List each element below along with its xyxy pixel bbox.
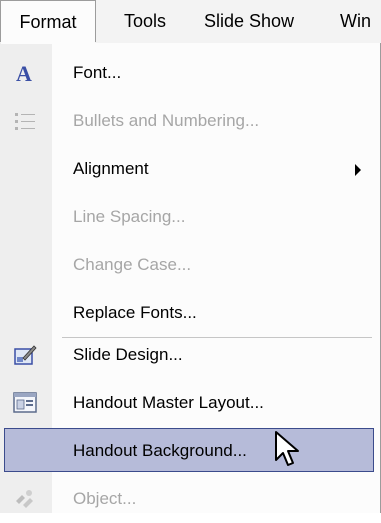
menu-item-handout-master-layout[interactable]: Handout Master Layout... — [0, 379, 381, 427]
menu-item-slide-design[interactable]: Slide Design... — [0, 331, 381, 379]
menu-item-object[interactable]: Object... — [0, 475, 381, 523]
menu-item-label: Slide Design... — [73, 345, 183, 364]
menu-window[interactable]: Win — [340, 0, 371, 43]
master-layout-icon — [12, 390, 38, 416]
menu-format-label: Format — [19, 12, 77, 32]
menu-tools[interactable]: Tools — [124, 0, 166, 43]
menu-slide-show-label: Slide Show — [204, 11, 295, 31]
object-icon — [12, 486, 38, 512]
menu-window-label: Win — [340, 11, 371, 31]
menu-item-label: Replace Fonts... — [73, 303, 197, 322]
menu-item-line-spacing[interactable]: Line Spacing... — [0, 193, 381, 241]
svg-text:A: A — [16, 62, 32, 84]
mouse-cursor-icon — [275, 431, 299, 466]
menu-item-handout-background[interactable]: Handout Background... — [0, 427, 381, 475]
menu-item-replace-fonts[interactable]: Replace Fonts... — [0, 289, 381, 337]
menu-item-label: Bullets and Numbering... — [73, 111, 260, 130]
menu-item-label: Line Spacing... — [73, 207, 186, 226]
font-A-icon: A — [12, 60, 38, 86]
menu-item-font[interactable]: A Font... — [0, 49, 381, 97]
menu-item-change-case[interactable]: Change Case... — [0, 241, 381, 289]
menu-item-alignment[interactable]: Alignment — [0, 145, 381, 193]
menu-item-bullets-numbering[interactable]: Bullets and Numbering... — [0, 97, 381, 145]
bullets-icon — [12, 108, 38, 134]
menu-connector — [1, 42, 95, 44]
menu-item-label: Handout Background... — [73, 441, 247, 460]
menu-item-label: Alignment — [73, 159, 149, 178]
menu-format[interactable]: Format — [0, 0, 96, 42]
menu-tools-label: Tools — [124, 11, 167, 31]
menu-slide-show[interactable]: Slide Show — [204, 0, 294, 43]
slide-design-icon — [12, 342, 38, 368]
submenu-arrow-icon — [355, 164, 361, 176]
menu-item-label: Change Case... — [73, 255, 192, 274]
menu-item-label: Object... — [73, 489, 137, 508]
menu-bar: Format Tools Slide Show Win — [0, 0, 381, 44]
menu-item-label: Font... — [73, 63, 122, 82]
menu-item-label: Handout Master Layout... — [73, 393, 264, 412]
format-dropdown-menu: A Font... Bullets and Numbering... Align… — [0, 43, 381, 513]
